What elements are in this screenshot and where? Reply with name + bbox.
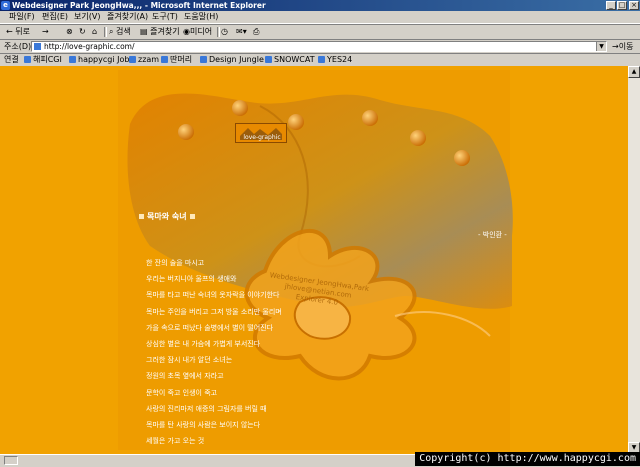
link-label: 해피CGI <box>33 55 62 64</box>
poem-line: 우리는 버지니아 울프의 생애와 <box>146 275 237 284</box>
page-icon <box>34 43 41 50</box>
menu-help[interactable]: 도움말(H) <box>184 12 218 22</box>
poem-line: 목마는 주인을 버리고 그저 방울 소리만 울리며 <box>146 307 282 316</box>
poem-line: 목마를 탄 사랑의 사람은 보이지 않는다 <box>146 420 261 429</box>
toolbar-separator <box>104 27 107 37</box>
site-logo[interactable]: love-graphic <box>235 123 287 143</box>
stop-icon[interactable]: ⊗ <box>66 27 73 37</box>
link-item[interactable]: 딴머리 <box>161 55 192 65</box>
refresh-icon[interactable]: ↻ <box>79 27 86 37</box>
poem-line: 사랑의 진리마저 애증의 그림자를 버릴 때 <box>146 404 267 413</box>
poem-text: 한 잔의 술을 마시고 우리는 버지니아 울프의 생애와 목마를 타고 떠난 숙… <box>146 255 282 449</box>
poem-line: 그러한 잠시 내가 알던 소녀는 <box>146 356 233 365</box>
search-button[interactable]: ⌕ 검색 <box>109 27 131 37</box>
menu-bar: 파일(F) 편집(E) 보기(V) 즐겨찾기(A) 도구(T) 도움말(H) <box>0 11 640 24</box>
copyright-overlay: Copyright(c) http://www.happycgi.com <box>415 452 640 466</box>
address-bar: 주소(D) http://love-graphic.com/ ▼ →이동 <box>0 39 640 54</box>
go-label: 이동 <box>618 42 634 51</box>
link-icon <box>129 56 136 63</box>
address-input[interactable]: http://love-graphic.com/ ▼ <box>31 41 607 52</box>
link-icon <box>265 56 272 63</box>
mail-icon[interactable]: ✉▾ <box>236 27 247 37</box>
link-label: 딴머리 <box>170 55 193 64</box>
media-icon: ◉ <box>183 27 190 36</box>
toolbar-separator <box>217 27 220 37</box>
poem-line: 문학이 죽고 인생이 죽고 <box>146 388 218 397</box>
menu-edit[interactable]: 편집(E) <box>42 12 68 22</box>
link-label: happycgi Job <box>78 55 130 64</box>
link-icon <box>200 56 207 63</box>
window-title: Webdesigner Park JeongHwa,,, - Microsoft… <box>12 1 266 10</box>
poem-line: 목마를 타고 떠난 숙녀의 옷자락을 이야기한다 <box>146 291 280 300</box>
title-bar[interactable]: e Webdesigner Park JeongHwa,,, - Microso… <box>0 0 640 11</box>
favorites-label: 즐겨찾기 <box>150 27 180 36</box>
link-icon <box>69 56 76 63</box>
back-button[interactable]: ← 뒤로 <box>6 27 30 37</box>
section-title: 목마와 숙녀 <box>139 211 195 222</box>
home-icon[interactable]: ⌂ <box>92 27 97 37</box>
link-item[interactable]: Design Jungle <box>200 55 264 65</box>
links-label: 연결 <box>4 55 19 64</box>
poem-line: 상심한 별은 내 가슴에 가볍게 부서진다 <box>146 339 261 348</box>
decorative-artwork <box>0 66 628 454</box>
standard-toolbar: ← 뒤로 → ⊗ ↻ ⌂ ⌕ 검색 ▤ 즐겨찾기 ◉미디어 ◷ ✉▾ ⎙ <box>0 24 640 40</box>
menu-file[interactable]: 파일(F) <box>9 12 35 22</box>
links-bar: 연결 해피CGI happycgi Job zzam 딴머리 Design Ju… <box>0 53 640 67</box>
address-url[interactable]: http://love-graphic.com/ <box>44 42 135 51</box>
forward-button[interactable]: → <box>42 27 49 37</box>
print-icon[interactable]: ⎙ <box>253 27 259 37</box>
favorites-button[interactable]: ▤ 즐겨찾기 <box>140 27 180 37</box>
vertical-scrollbar[interactable]: ▲ ▼ <box>628 66 640 454</box>
close-button[interactable]: × <box>629 1 639 10</box>
maximize-button[interactable]: □ <box>617 1 627 10</box>
link-item[interactable]: happycgi Job <box>69 55 129 65</box>
media-label: 미디어 <box>189 27 213 36</box>
page-content: love-graphic 목마와 숙녀 - 박인환 - Webdesigner … <box>0 66 628 454</box>
link-item[interactable]: zzam <box>129 55 159 65</box>
link-icon <box>24 56 31 63</box>
address-label: 주소(D) <box>4 42 32 51</box>
bullet-square-icon <box>189 214 195 219</box>
favorites-icon: ▤ <box>140 27 148 36</box>
link-item[interactable]: YES24 <box>318 55 352 65</box>
link-label: YES24 <box>327 55 353 64</box>
link-label: SNOWCAT <box>274 55 315 64</box>
link-label: Design Jungle <box>209 55 264 64</box>
poem-line: 세월은 가고 오는 것 <box>146 437 205 446</box>
ie-icon: e <box>1 1 10 10</box>
poem-line: 정원의 초목 옆에서 자라고 <box>146 372 224 381</box>
link-item[interactable]: SNOWCAT <box>265 55 315 65</box>
link-icon <box>318 56 325 63</box>
bullet-square-icon <box>139 214 144 219</box>
history-icon[interactable]: ◷ <box>221 27 228 37</box>
search-label: 검색 <box>116 27 131 36</box>
chevron-down-icon[interactable]: ▼ <box>596 42 606 51</box>
link-icon <box>161 56 168 63</box>
media-button[interactable]: ◉미디어 <box>183 27 212 37</box>
scroll-up-icon[interactable]: ▲ <box>628 66 640 78</box>
link-item[interactable]: 해피CGI <box>24 55 62 65</box>
poem-author: - 박인환 - <box>478 231 507 239</box>
search-icon: ⌕ <box>109 27 114 36</box>
page-status-icon <box>4 456 18 465</box>
go-button[interactable]: →이동 <box>612 41 633 52</box>
poem-line: 한 잔의 술을 마시고 <box>146 259 205 267</box>
go-arrow-icon: → <box>612 42 619 51</box>
section-title-text: 목마와 숙녀 <box>147 212 187 221</box>
menu-view[interactable]: 보기(V) <box>74 12 100 22</box>
menu-favorites[interactable]: 즐겨찾기(A) <box>107 12 148 22</box>
menu-tools[interactable]: 도구(T) <box>152 12 178 22</box>
minimize-button[interactable]: _ <box>606 1 616 10</box>
logo-text: love-graphic <box>243 134 281 141</box>
poem-line: 가을 속으로 떠났다 술병에서 별이 떨어진다 <box>146 323 274 332</box>
link-label: zzam <box>138 55 160 64</box>
